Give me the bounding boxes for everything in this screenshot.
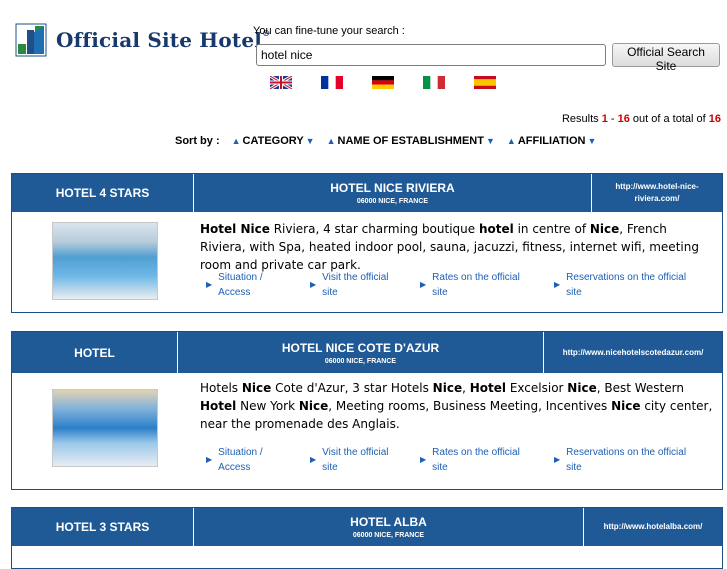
hotel-title[interactable]: HOTEL NICE RIVIERA 06000 NICE, FRANCE [194, 174, 592, 212]
logo-mark-icon [15, 23, 47, 57]
language-selector [270, 76, 496, 89]
situation-access-link[interactable]: ▶ Situation / Access [206, 270, 310, 300]
hotel-address: 06000 NICE, FRANCE [356, 198, 429, 205]
hotel-url-link[interactable]: http://www.hotelalba.com/ [584, 508, 722, 546]
hotel-title[interactable]: HOTEL ALBA 06000 NICE, FRANCE [194, 508, 584, 546]
hotel-address: 06000 NICE, FRANCE [352, 532, 425, 539]
rates-link[interactable]: ▶ Rates on the official site [420, 270, 554, 300]
bullet-arrow-icon: ▶ [554, 280, 561, 289]
sort-label: Sort by : [175, 135, 220, 147]
hotel-name[interactable]: HOTEL NICE COTE D'AZUR [282, 341, 439, 355]
search-button[interactable]: Official Search Site [612, 43, 720, 73]
hotel-links: ▶ Situation / Access ▶ Visit the official … [206, 445, 704, 475]
reservations-link[interactable]: ▶ Reservations on the official site [554, 270, 704, 300]
hotel-category: HOTEL [12, 332, 178, 373]
bullet-arrow-icon: ▶ [310, 455, 317, 464]
hotel-url-link[interactable]: http://www.nicehotelscotedazur.com/ [544, 332, 722, 373]
spain-flag-icon[interactable] [474, 76, 496, 89]
sort-up-icon[interactable]: ▲ [232, 136, 241, 146]
sort-down-icon[interactable]: ▼ [587, 136, 596, 146]
hotel-category: HOTEL 3 STARS [12, 508, 194, 546]
visit-site-link[interactable]: ▶ Visit the official site [310, 445, 420, 475]
hotel-card-header: HOTEL 4 STARS HOTEL NICE RIVIERA 06000 N… [12, 174, 722, 212]
france-flag-icon[interactable] [321, 76, 343, 89]
logo-text: Official Site Hotel® [56, 28, 271, 52]
site-logo[interactable]: Official Site Hotel® [14, 22, 270, 58]
bullet-arrow-icon: ▶ [554, 455, 561, 464]
hotel-card-header: HOTEL 3 STARS HOTEL ALBA 06000 NICE, FRA… [12, 508, 722, 546]
hotel-address: 06000 NICE, FRANCE [324, 357, 397, 365]
sort-up-icon[interactable]: ▲ [507, 136, 516, 146]
hotel-url-link[interactable]: http://www.hotel-nice-riviera.com/ [592, 174, 722, 212]
sort-name[interactable]: ▲ NAME OF ESTABLISHMENT ▼ [325, 135, 497, 147]
bullet-arrow-icon: ▶ [420, 280, 427, 289]
hotel-card-header: HOTEL HOTEL NICE COTE D'AZUR 06000 NICE,… [12, 332, 722, 373]
bullet-arrow-icon: ▶ [310, 280, 317, 289]
hotel-card: HOTEL 4 STARS HOTEL NICE RIVIERA 06000 N… [11, 173, 723, 313]
sort-affiliation[interactable]: ▲ AFFILIATION ▼ [505, 135, 598, 147]
hotel-description: Hotel Nice Riviera, 4 star charming bout… [200, 222, 699, 272]
hotel-category: HOTEL 4 STARS [12, 174, 194, 212]
hotel-card: HOTEL HOTEL NICE COTE D'AZUR 06000 NICE,… [11, 331, 723, 490]
visit-site-link[interactable]: ▶ Visit the official site [310, 270, 420, 300]
situation-access-link[interactable]: ▶ Situation / Access [206, 445, 310, 475]
results-count: Results 1 - 16 out of a total of 16 [561, 113, 721, 125]
sort-down-icon[interactable]: ▼ [486, 136, 495, 146]
bullet-arrow-icon: ▶ [206, 280, 213, 289]
sort-category[interactable]: ▲ CATEGORY ▼ [230, 135, 317, 147]
bullet-arrow-icon: ▶ [206, 455, 213, 464]
reservations-link[interactable]: ▶ Reservations on the official site [554, 445, 704, 475]
hotel-name[interactable]: HOTEL NICE RIVIERA [330, 181, 454, 195]
search-hint: You can fine-tune your search : [253, 25, 405, 37]
hotel-title[interactable]: HOTEL NICE COTE D'AZUR 06000 NICE, FRANC… [178, 332, 544, 373]
hotel-thumbnail[interactable] [52, 389, 158, 467]
hotel-card: HOTEL 3 STARS HOTEL ALBA 06000 NICE, FRA… [11, 507, 723, 569]
sort-up-icon[interactable]: ▲ [327, 136, 336, 146]
search-input[interactable] [256, 44, 606, 66]
rates-link[interactable]: ▶ Rates on the official site [420, 445, 554, 475]
hotel-thumbnail[interactable] [52, 222, 158, 300]
sort-down-icon[interactable]: ▼ [306, 136, 315, 146]
uk-flag-icon[interactable] [270, 76, 292, 89]
germany-flag-icon[interactable] [372, 76, 394, 89]
bullet-arrow-icon: ▶ [420, 455, 427, 464]
italy-flag-icon[interactable] [423, 76, 445, 89]
hotel-name[interactable]: HOTEL ALBA [350, 515, 427, 529]
sort-bar: Sort by : ▲ CATEGORY ▼ ▲ NAME OF ESTABLISHM… [175, 135, 606, 147]
hotel-links: ▶ Situation / Access ▶ Visit the official … [206, 270, 704, 300]
hotel-description: Hotels Nice Cote d'Azur, 3 star Hotels N… [200, 381, 713, 431]
